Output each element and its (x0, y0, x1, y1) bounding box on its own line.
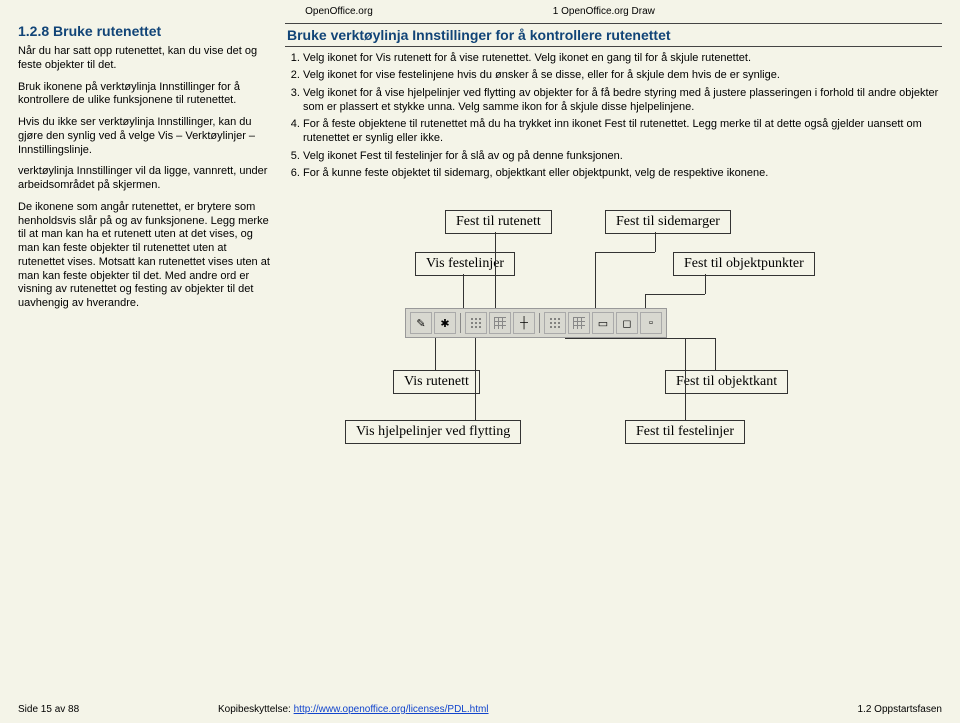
label-vis-festelinjer: Vis festelinjer (415, 252, 515, 276)
show-snaplines-icon[interactable] (489, 312, 511, 334)
label-fest-objektpunkter: Fest til objektpunkter (673, 252, 815, 276)
footer-copy: Kopibeskyttelse: http://www.openoffice.o… (218, 704, 742, 715)
paragraph: De ikonene som angår rutenettet, er bryt… (18, 201, 273, 311)
leader-line (565, 338, 566, 339)
footer-section: 1.2 Oppstartsfasen (742, 704, 942, 715)
leader-line (463, 274, 464, 308)
paragraph: verktøylinja Innstillinger vil da ligge,… (18, 165, 273, 193)
snap-to-snaplines-icon[interactable] (568, 312, 590, 334)
footer-link[interactable]: http://www.openoffice.org/licenses/PDL.h… (294, 704, 489, 715)
snap-to-frame-icon[interactable]: ◻ (616, 312, 638, 334)
toolbar-separator (460, 313, 461, 333)
snap-to-margins-icon[interactable]: ▭ (592, 312, 614, 334)
leader-line (655, 232, 656, 252)
label-vis-rutenett: Vis rutenett (393, 370, 480, 394)
step-item: Velg ikonet for å vise hjelpelinjer ved … (303, 86, 942, 115)
leader-line (565, 338, 685, 339)
leader-line (645, 294, 705, 295)
toolbar-separator (539, 313, 540, 333)
paragraph: Når du har satt opp rutenettet, kan du v… (18, 45, 273, 73)
label-fest-rutenett: Fest til rutenett (445, 210, 552, 234)
toolbar-diagram: Fest til rutenett Fest til sidemarger Vi… (285, 210, 942, 490)
snap-to-points-icon[interactable]: ▫ (640, 312, 662, 334)
label-vis-hjelpelinjer: Vis hjelpelinjer ved flytting (345, 420, 521, 444)
leader-line (475, 338, 476, 420)
footer-page: Side 15 av 88 (18, 704, 218, 715)
leader-line (715, 338, 716, 370)
step-item: For å kunne feste objektet til sidemarg,… (303, 166, 942, 180)
step-item: Velg ikonet Fest til festelinjer for å s… (303, 149, 942, 163)
leader-line (435, 338, 436, 370)
show-grid-icon[interactable] (465, 312, 487, 334)
page-header: OpenOffice.org 1 OpenOffice.org Draw (0, 0, 960, 19)
glue-points-icon[interactable]: ✱ (434, 312, 456, 334)
step-item: Velg ikonet for vise festelinjene hvis d… (303, 68, 942, 82)
label-fest-festelinjer: Fest til festelinjer (625, 420, 745, 444)
step-item: Velg ikonet for Vis rutenett for å vise … (303, 51, 942, 65)
step-item: For å feste objektene til rutenettet må … (303, 117, 942, 146)
right-column: Bruke verktøylinja Innstillinger for å k… (285, 23, 942, 490)
header-left: OpenOffice.org (305, 6, 373, 17)
leader-line (495, 232, 496, 308)
paragraph: Bruk ikonene på verktøylinja Innstilling… (18, 81, 273, 109)
left-column: 1.2.8 Bruke rutenettet Når du har satt o… (18, 23, 273, 490)
edit-points-icon[interactable]: ✎ (410, 312, 432, 334)
leader-line (595, 252, 596, 308)
label-fest-sidemarger: Fest til sidemarger (605, 210, 731, 234)
right-title: Bruke verktøylinja Innstillinger for å k… (285, 23, 942, 47)
section-title: 1.2.8 Bruke rutenettet (18, 23, 273, 39)
header-right: 1 OpenOffice.org Draw (553, 6, 655, 17)
leader-line (595, 252, 655, 253)
footer-copy-label: Kopibeskyttelse: (218, 704, 294, 715)
leader-line (645, 294, 646, 308)
helplines-moving-icon[interactable]: ┼ (513, 312, 535, 334)
snap-to-grid-icon[interactable] (544, 312, 566, 334)
leader-line (685, 338, 686, 420)
steps-list: Velg ikonet for Vis rutenett for å vise … (285, 51, 942, 180)
paragraph: Hvis du ikke ser verktøylinja Innstillin… (18, 116, 273, 157)
settings-toolbar: ✎ ✱ ┼ ▭ ◻ ▫ (405, 308, 667, 338)
page-footer: Side 15 av 88 Kopibeskyttelse: http://ww… (0, 704, 960, 715)
label-fest-objektkant: Fest til objektkant (665, 370, 788, 394)
leader-line (705, 274, 706, 294)
